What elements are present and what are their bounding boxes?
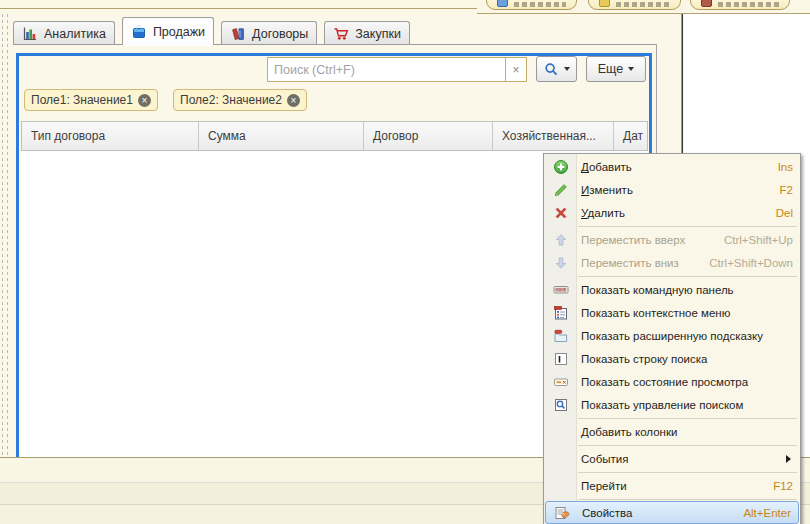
menu-item-перейти[interactable]: ПерейтиF12 xyxy=(544,474,800,497)
menu-item-label: Добавить xyxy=(577,161,778,173)
tab-аналитика[interactable]: Аналитика xyxy=(13,21,115,45)
command-bar-icon xyxy=(553,282,569,298)
tab-label: Закупки xyxy=(355,27,401,41)
contracts-icon xyxy=(230,26,246,42)
menu-item-добавить[interactable]: ДобавитьIns xyxy=(544,155,800,178)
menu-item-label: Переместить вниз xyxy=(577,257,709,269)
menu-item-label: Свойства xyxy=(578,507,743,519)
chip-remove-icon[interactable]: × xyxy=(138,94,151,107)
view-state-icon xyxy=(553,374,569,390)
chip-remove-icon[interactable]: × xyxy=(287,94,300,107)
search-control-icon xyxy=(553,397,569,413)
menu-item-label: Удалить xyxy=(577,207,776,219)
filter-chip-2[interactable]: Поле2: Значение2 × xyxy=(173,89,307,111)
menu-item-shortcut: Alt+Enter xyxy=(743,507,798,519)
tab-закупки[interactable]: Закупки xyxy=(324,21,410,45)
submenu-arrow-icon xyxy=(786,455,791,463)
menu-item-shortcut: F12 xyxy=(773,480,800,492)
filter-chip-1[interactable]: Поле1: Значение1 × xyxy=(24,89,158,111)
table-header: Тип договораСуммаДоговорХозяйственная...… xyxy=(21,121,648,151)
menu-item-показать-расширенную-подсказку[interactable]: Показать расширенную подсказку xyxy=(544,324,800,347)
more-button[interactable]: Еще xyxy=(586,56,646,82)
properties-icon xyxy=(554,505,570,521)
analytics-icon xyxy=(22,26,38,42)
menu-item-показать-состояние-просмотра[interactable]: Показать состояние просмотра xyxy=(544,370,800,393)
menu-item-label: Показать контекстное меню xyxy=(577,307,800,319)
menu-item-свойства[interactable]: СвойстваAlt+Enter xyxy=(545,501,799,524)
tab-content-border-top xyxy=(13,44,657,45)
column-header[interactable]: Дат xyxy=(614,122,649,150)
toolbar-separator-left xyxy=(0,8,477,9)
yellow-document-icon xyxy=(599,0,610,7)
tab-label: Договоры xyxy=(252,27,308,41)
menu-item-label: Показать командную панель xyxy=(577,284,800,296)
blue-document-icon xyxy=(497,0,508,7)
search-icon xyxy=(544,62,559,77)
menu-item-shortcut: F2 xyxy=(780,184,800,196)
menu-item-shortcut: Ctrl+Shift+Up xyxy=(724,234,800,246)
menu-item-shortcut: Ctrl+Shift+Down xyxy=(709,257,800,269)
menu-item-изменить[interactable]: ИзменитьF2 xyxy=(544,178,800,201)
column-header[interactable]: Договор xyxy=(364,122,493,150)
move-down-icon xyxy=(553,255,569,271)
menu-item-показать-командную-панель[interactable]: Показать командную панель xyxy=(544,278,800,301)
column-header[interactable]: Сумма xyxy=(199,122,364,150)
context-menu: ДобавитьInsИзменитьF2УдалитьDelПеремести… xyxy=(543,153,801,524)
menu-item-label: Перейти xyxy=(577,480,773,492)
splitter-dashed-line-1[interactable] xyxy=(2,14,3,457)
search-clear-button[interactable]: × xyxy=(505,58,526,81)
toolbar-button-2[interactable] xyxy=(588,0,681,10)
tab-bar: Аналитика Продажи Договоры Закупки xyxy=(13,17,417,45)
menu-item-label: Добавить колонки xyxy=(577,426,800,438)
menu-item-label: Показать строку поиска xyxy=(577,353,800,365)
search-row-icon xyxy=(553,351,569,367)
menu-item-shortcut: Del xyxy=(776,207,800,219)
sales-icon xyxy=(131,24,147,40)
red-document-icon xyxy=(701,0,712,7)
tab-договоры[interactable]: Договоры xyxy=(221,21,317,45)
menu-item-показать-контекстное-меню[interactable]: Показать контекстное меню xyxy=(544,301,800,324)
menu-item-переместить-вверх: Переместить вверхCtrl+Shift+Up xyxy=(544,228,800,251)
menu-item-label: Изменить xyxy=(577,184,780,196)
menu-item-удалить[interactable]: УдалитьDel xyxy=(544,201,800,224)
menu-item-label: Переместить вверх xyxy=(577,234,724,246)
search-input[interactable] xyxy=(268,58,505,81)
filter-chip-label: Поле2: Значение2 xyxy=(180,93,282,107)
search-box: × xyxy=(267,57,527,82)
menu-item-события[interactable]: События xyxy=(544,447,800,470)
menu-item-label: Показать управление поиском xyxy=(577,399,800,411)
splitter-dashed-line-2[interactable] xyxy=(7,14,8,457)
tab-label: Аналитика xyxy=(44,27,106,41)
context-menu-icon xyxy=(553,305,569,321)
menu-item-добавить-колонки[interactable]: Добавить колонки xyxy=(544,420,800,443)
move-up-icon xyxy=(553,232,569,248)
menu-item-label: Показать расширенную подсказку xyxy=(577,330,800,342)
tab-label: Продажи xyxy=(153,25,205,39)
edit-icon xyxy=(553,182,569,198)
menu-item-label: Показать состояние просмотра xyxy=(577,376,800,388)
toolbar-button-1[interactable] xyxy=(486,0,577,10)
tooltip-icon xyxy=(553,328,569,344)
purchases-icon xyxy=(333,26,349,42)
toolbar-button-3[interactable] xyxy=(690,0,790,10)
more-button-label: Еще xyxy=(598,62,623,76)
tab-продажи[interactable]: Продажи xyxy=(122,17,214,45)
search-button[interactable] xyxy=(536,56,577,82)
delete-icon xyxy=(553,205,569,221)
menu-item-показать-управление-поиском[interactable]: Показать управление поиском xyxy=(544,393,800,416)
menu-item-label: События xyxy=(577,453,786,465)
filter-chip-label: Поле1: Значение1 xyxy=(31,93,133,107)
column-header[interactable]: Тип договора xyxy=(22,122,199,150)
column-header[interactable]: Хозяйственная... xyxy=(493,122,614,150)
menu-item-показать-строку-поиска[interactable]: Показать строку поиска xyxy=(544,347,800,370)
dropdown-caret-icon xyxy=(564,67,570,71)
top-toolbar xyxy=(0,0,810,14)
add-icon xyxy=(553,159,569,175)
menu-item-переместить-вниз: Переместить внизCtrl+Shift+Down xyxy=(544,251,800,274)
menu-item-shortcut: Ins xyxy=(778,161,800,173)
dropdown-caret-icon xyxy=(628,67,634,71)
